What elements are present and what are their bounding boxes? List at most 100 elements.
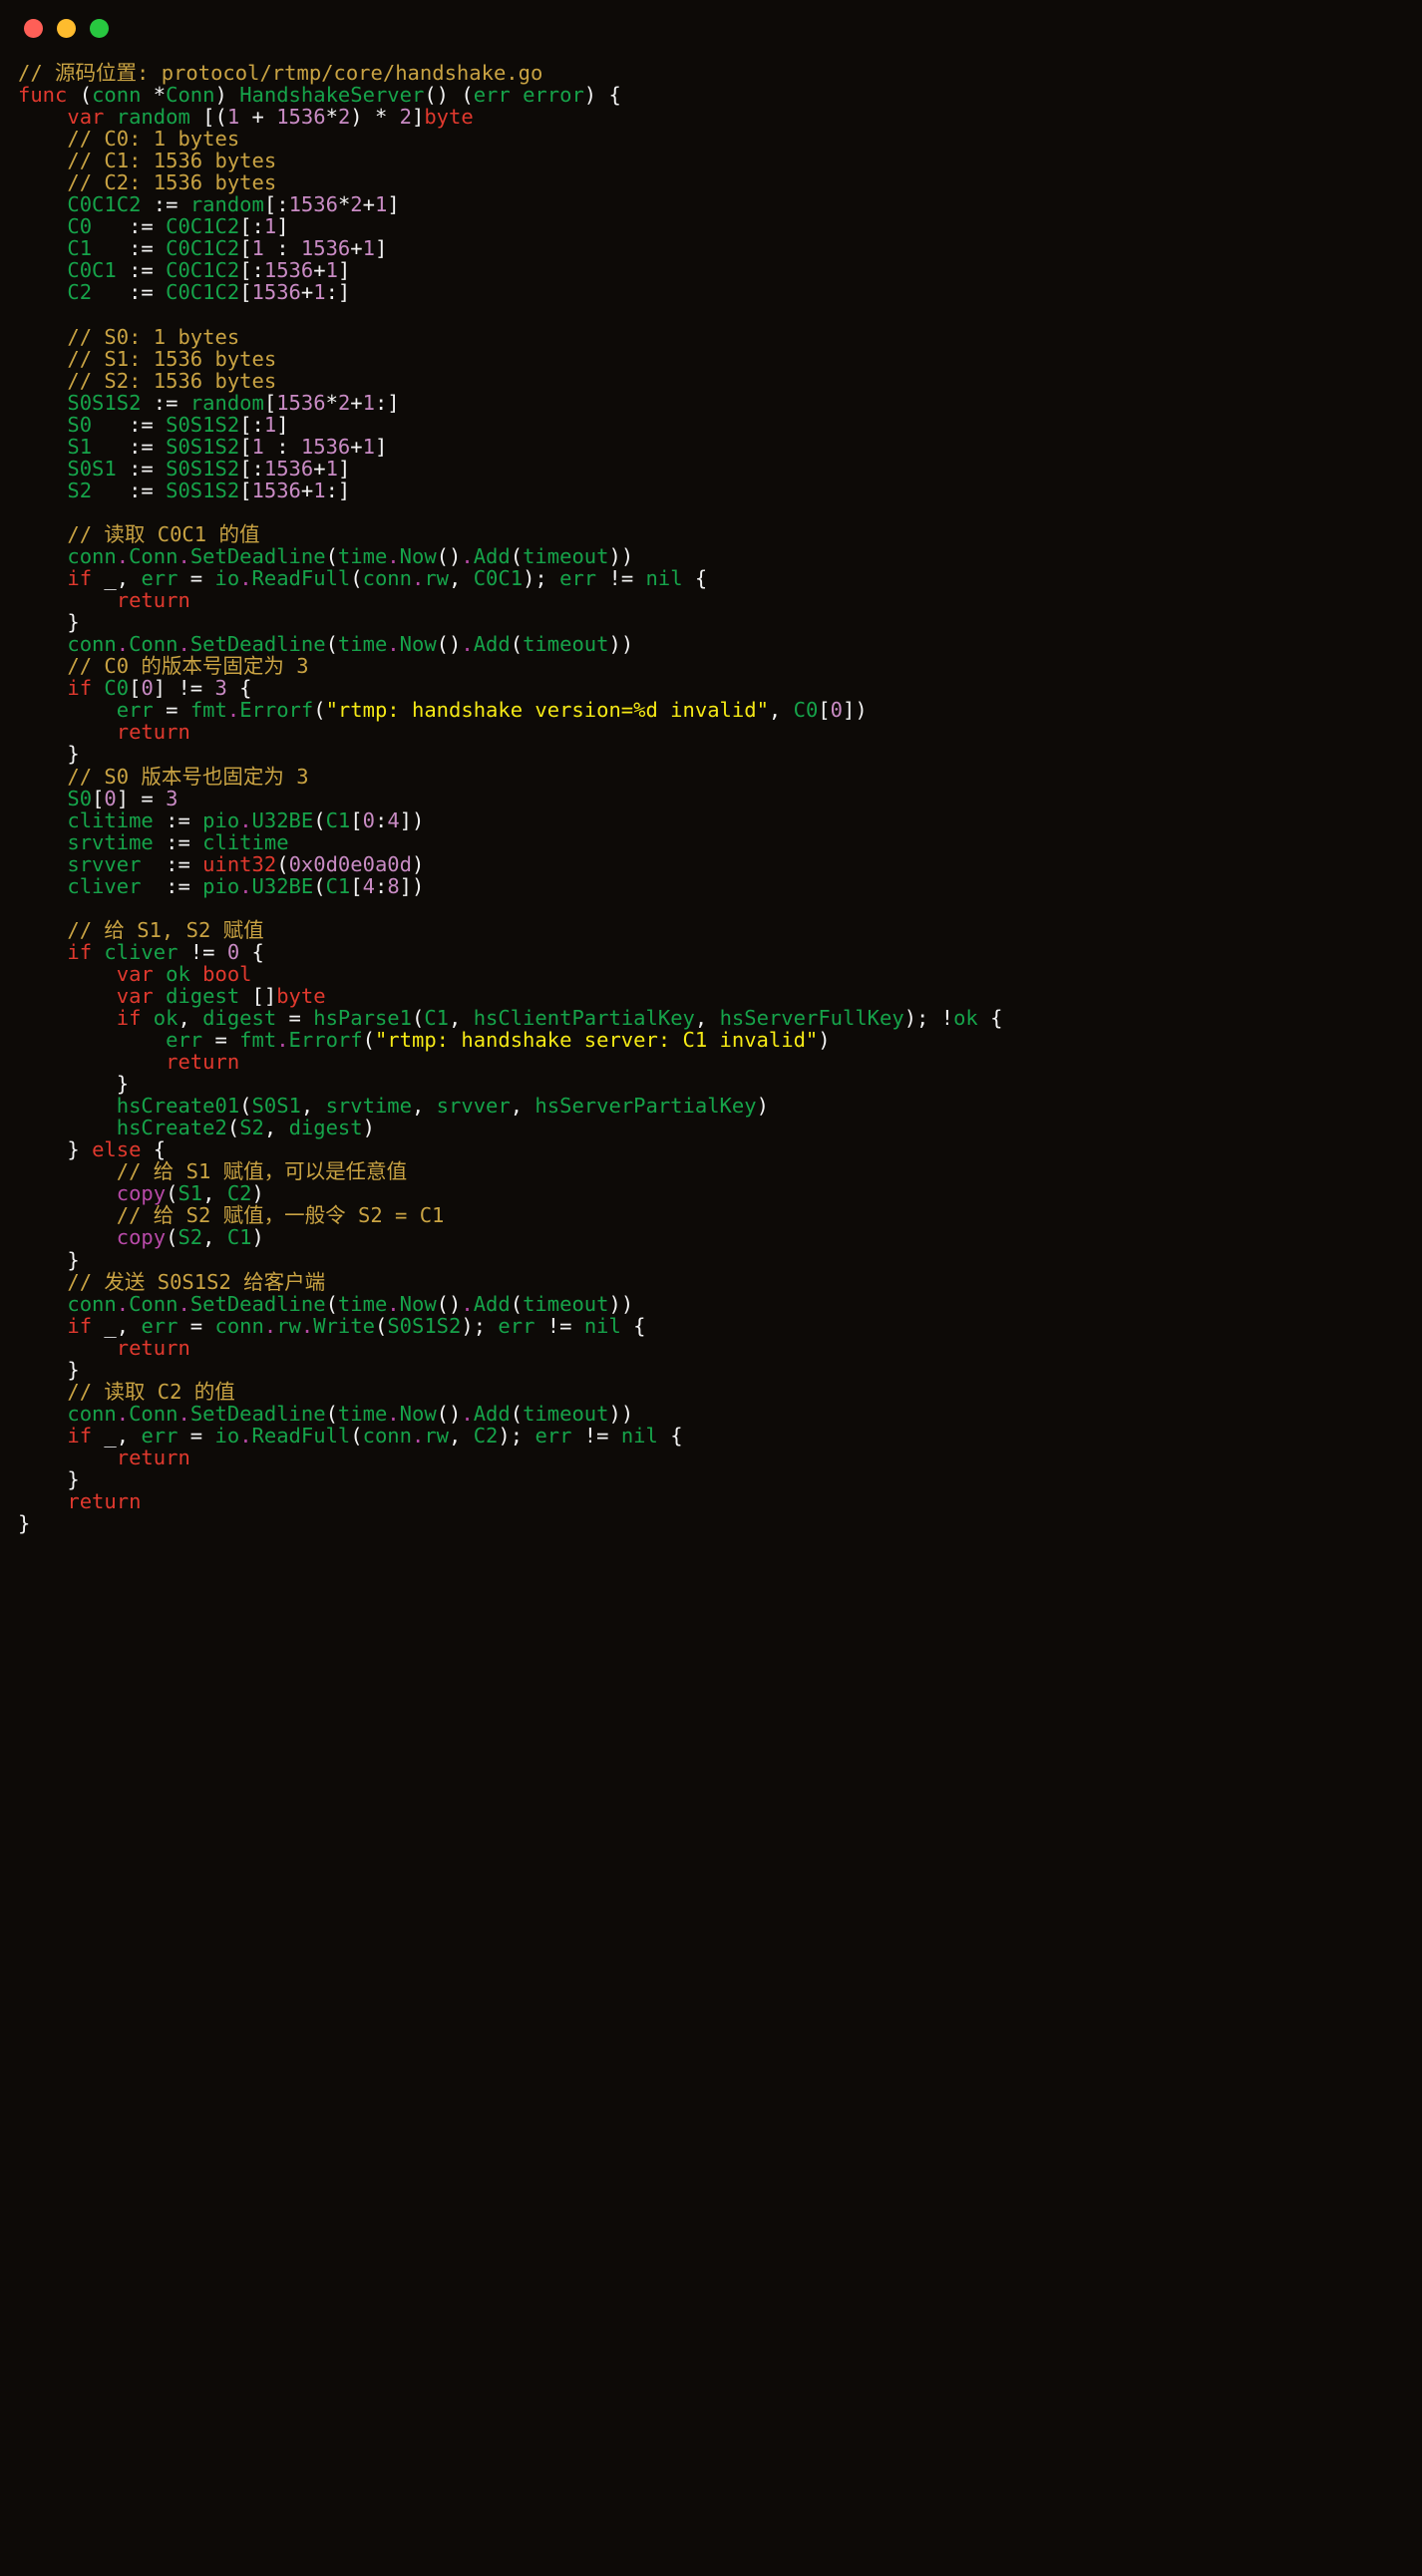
code-token-op (18, 1203, 117, 1227)
code-token-op: ( (166, 1225, 178, 1250)
code-token-id: timeout (523, 1291, 609, 1316)
code-token-id: digest (166, 983, 240, 1008)
code-token-op (18, 1270, 67, 1294)
code-token-op (18, 1424, 67, 1448)
code-token-num: 1 (362, 434, 375, 459)
code-line: // 给 S1 赋值，可以是任意值 (18, 1160, 1422, 1182)
code-token-op: ) (251, 1181, 264, 1206)
code-token-op: = (178, 566, 215, 591)
code-token-op: () (436, 1291, 462, 1316)
code-line: } else { (18, 1138, 1422, 1160)
code-token-kw: return (166, 1050, 240, 1075)
code-line: // 发送 S0S1S2 给客户端 (18, 1271, 1422, 1293)
code-token-op: _, (92, 1423, 142, 1448)
code-token-op: ) { (583, 83, 621, 108)
code-token-op: [: (239, 456, 264, 481)
code-token-op: := (116, 456, 167, 481)
code-token-id: C0C1C2 (166, 214, 240, 239)
code-token-op: ( (67, 83, 93, 108)
code-token-op (18, 1248, 67, 1272)
code-token-kw: return (116, 1445, 190, 1469)
code-token-op: = (202, 1028, 240, 1053)
code-line: // S1: 1536 bytes (18, 348, 1422, 370)
code-token-cm: // S2: 1536 bytes (67, 368, 277, 393)
code-token-kw: if (67, 1423, 93, 1448)
code-token-op (18, 192, 67, 216)
code-line: conn.Conn.SetDeadline(time.Now().Add(tim… (18, 1403, 1422, 1425)
code-token-num: 1536 (276, 390, 326, 415)
code-token-op (18, 1358, 67, 1382)
code-token-id: C2 (226, 1181, 252, 1206)
code-token-op: ] (387, 192, 400, 217)
code-token-op: [ (350, 873, 363, 898)
code-token-op: , (202, 1181, 227, 1206)
code-token-cm: // S1: 1536 bytes (67, 346, 277, 371)
code-token-cm: // 给 S2 赋值，一般令 S2 = C1 (116, 1203, 445, 1228)
code-token-op: ] (374, 434, 388, 459)
code-token-kw: return (116, 588, 190, 613)
code-token-id: Conn (129, 1291, 178, 1316)
code-token-op (18, 874, 67, 898)
code-token-id: timeout (523, 1401, 609, 1426)
code-token-pn: . (387, 1291, 400, 1316)
code-token-op: := (92, 280, 167, 305)
code-token-num: 1 (362, 390, 375, 415)
code-token-cm: // 读取 C0C1 的值 (67, 521, 260, 546)
code-token-op (18, 479, 67, 502)
code-token-pn: . (178, 1401, 190, 1426)
code-line: if _, err = conn.rw.Write(S0S1S2); err !… (18, 1315, 1422, 1337)
code-token-id: err (473, 83, 511, 108)
code-token-num: 1 (226, 105, 240, 130)
code-token-id: ReadFull (251, 1423, 351, 1448)
code-token-num: 1 (251, 434, 264, 459)
code-token-id: rw (276, 1313, 301, 1338)
code-token-op (18, 1006, 117, 1030)
code-token-id: SetDeadline (189, 632, 326, 657)
code-token-num: 1 (325, 456, 338, 481)
code-token-op (141, 83, 153, 107)
code-token-op (18, 325, 67, 349)
code-token-op (18, 1094, 117, 1118)
code-token-op (18, 544, 67, 568)
code-token-id: fmt (189, 698, 227, 723)
code-token-id: SetDeadline (189, 544, 326, 569)
code-token-id: S0S1S2 (387, 1313, 462, 1338)
code-token-op: ] = (116, 786, 167, 810)
code-token-kw: return (116, 1335, 190, 1360)
code-token-op: ) * (350, 105, 400, 130)
code-token-op: * (325, 390, 338, 415)
code-token-id: time (337, 1401, 388, 1426)
code-line: return (18, 1447, 1422, 1468)
code-token-op: ); ! (903, 1006, 954, 1031)
code-token-id: hsServerFullKey (719, 1006, 904, 1031)
code-token-op: + (350, 390, 363, 415)
code-line: C2 := C0C1C2[1536+1:] (18, 281, 1422, 303)
code-token-num: 2 (399, 105, 412, 130)
minimize-window-button[interactable] (57, 18, 76, 38)
code-token-op: , (202, 1225, 227, 1250)
code-token-op (18, 698, 117, 722)
code-line: cliver := pio.U32BE(C1[4:8]) (18, 875, 1422, 897)
code-token-id: io (214, 566, 240, 591)
code-token-pn: . (461, 1401, 474, 1426)
code-token-pn: . (263, 1313, 277, 1338)
code-token-op: * (153, 83, 167, 108)
code-token-id: U32BE (251, 807, 314, 832)
code-token-op (18, 654, 67, 678)
code-token-op: )) (608, 544, 634, 569)
code-token-op (18, 984, 117, 1008)
close-window-button[interactable] (24, 18, 43, 38)
code-token-op: ) (818, 1028, 831, 1053)
code-token-op (154, 984, 166, 1008)
code-token-num: 3 (166, 786, 178, 810)
code-token-id: SetDeadline (189, 1401, 326, 1426)
maximize-window-button[interactable] (90, 18, 109, 38)
code-token-op: } (67, 1137, 93, 1162)
code-token-num: 1536 (251, 280, 301, 305)
code-token-op: [( (189, 105, 227, 130)
code-token-op: [: (263, 192, 289, 217)
code-line: hsCreate2(S2, digest) (18, 1117, 1422, 1138)
code-token-op (18, 258, 67, 282)
code-token-op (18, 1380, 67, 1404)
